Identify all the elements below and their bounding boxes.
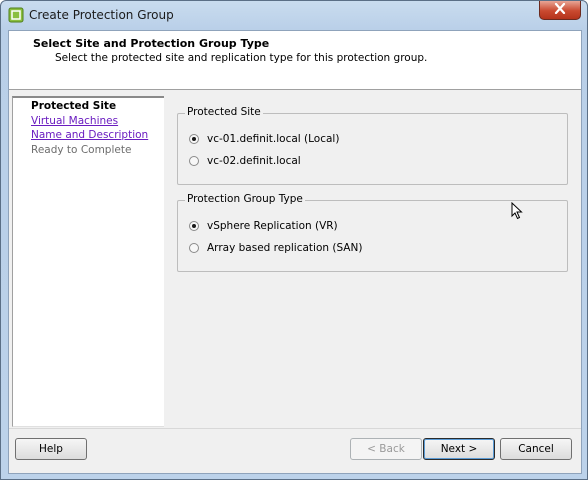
page-subtitle: Select the protected site and replicatio… xyxy=(55,52,428,64)
dialog-client-area: Select Site and Protection Group Type Se… xyxy=(8,30,582,474)
help-button[interactable]: Help xyxy=(15,438,87,460)
protection-group-type-group: Protection Group Type vSphere Replicatio… xyxy=(177,193,568,272)
step-name-and-description[interactable]: Name and Description xyxy=(31,129,148,141)
vsphere-app-icon xyxy=(8,7,24,23)
protection-group-type-legend: Protection Group Type xyxy=(185,193,305,205)
radio-type-san[interactable]: Array based replication (SAN) xyxy=(189,242,362,254)
protected-site-group: Protected Site vc-01.definit.local (Loca… xyxy=(177,106,568,185)
mouse-pointer-icon xyxy=(511,201,523,220)
radio-button-checked[interactable] xyxy=(189,221,199,231)
step-ready-to-complete: Ready to Complete xyxy=(31,144,132,156)
radio-label: vc-01.definit.local (Local) xyxy=(207,133,340,145)
radio-site-vc02[interactable]: vc-02.definit.local xyxy=(189,155,301,167)
page-title: Select Site and Protection Group Type xyxy=(33,37,270,50)
title-bar[interactable]: Create Protection Group xyxy=(1,1,587,29)
window-title: Create Protection Group xyxy=(29,8,174,22)
close-button[interactable] xyxy=(539,1,581,20)
step-virtual-machines[interactable]: Virtual Machines xyxy=(31,115,118,127)
step-protected-site: Protected Site xyxy=(31,100,117,112)
radio-label: Array based replication (SAN) xyxy=(207,242,363,254)
radio-button-checked[interactable] xyxy=(189,134,199,144)
radio-site-vc01[interactable]: vc-01.definit.local (Local) xyxy=(189,133,339,145)
radio-label: vc-02.definit.local xyxy=(207,155,301,167)
close-icon xyxy=(554,2,566,17)
protected-site-legend: Protected Site xyxy=(185,106,263,118)
radio-button[interactable] xyxy=(189,243,199,253)
dialog-window: Create Protection Group Select Site and … xyxy=(0,0,588,480)
radio-button[interactable] xyxy=(189,156,199,166)
wizard-steps-panel: Protected Site Virtual Machines Name and… xyxy=(12,96,164,427)
next-button[interactable]: Next > xyxy=(423,438,495,460)
button-bar-separator xyxy=(9,428,581,429)
cancel-button[interactable]: Cancel xyxy=(500,438,572,460)
radio-type-vr[interactable]: vSphere Replication (VR) xyxy=(189,220,338,232)
back-button[interactable]: < Back xyxy=(350,438,422,460)
wizard-header: Select Site and Protection Group Type Se… xyxy=(9,31,581,90)
radio-label: vSphere Replication (VR) xyxy=(207,220,338,232)
